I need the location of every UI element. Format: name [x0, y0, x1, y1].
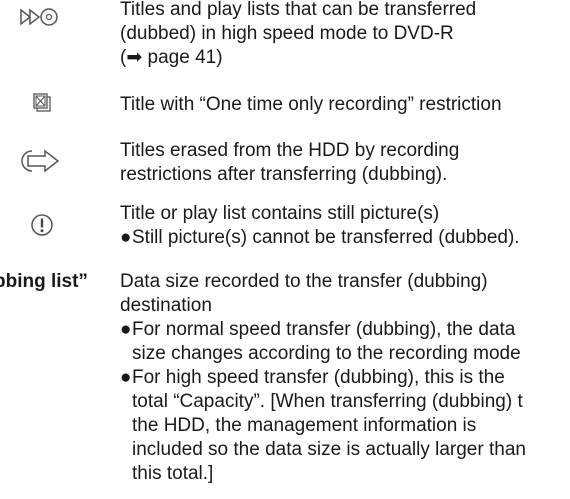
one-time-recording-icon	[32, 92, 54, 114]
dubbing-bullet-2-line-2: total “Capacity”. [When transferring (du…	[132, 391, 523, 412]
dubbing-bullet-1: ●For normal speed transfer (dubbing), th…	[120, 318, 515, 342]
dubbing-bullet-2-line-3: the HDD, the management information is	[132, 415, 477, 436]
entry-3-line-1: Titles erased from the HDD by recording	[120, 140, 460, 161]
dubbing-bullet-1-line-2: size changes according to the recording …	[132, 343, 521, 364]
entry-3-line-2: restrictions after transferring (dubbing…	[120, 164, 448, 185]
dubbing-bullet-2-line-4: included so the data size is actually la…	[132, 439, 526, 460]
bullet-mark: ●	[120, 367, 132, 388]
dubbing-bullet-2-line-1: For high speed transfer (dubbing), this …	[132, 367, 505, 388]
high-speed-dubbing-icon	[20, 6, 60, 28]
entry-1-page-ref: (➡ page 41)	[120, 47, 223, 68]
still-picture-icon	[30, 213, 54, 237]
dubbing-line-2: destination	[120, 295, 212, 316]
entry-4-bullet: ●Still picture(s) cannot be transferred …	[120, 226, 520, 250]
bullet-mark: ●	[120, 227, 132, 248]
entry-4-bullet-text: Still picture(s) cannot be transferred (…	[132, 227, 520, 248]
dubbing-line-1: Data size recorded to the transfer (dubb…	[120, 271, 488, 292]
bullet-mark: ●	[120, 319, 132, 340]
entry-1-line-1: Titles and play lists that can be transf…	[120, 0, 477, 20]
dubbing-bullet-2-line-5: this total.]	[132, 463, 214, 484]
entry-4-line-1: Title or play list contains still pictur…	[120, 203, 440, 224]
dubbing-list-label: bbing list”	[0, 271, 88, 292]
erased-after-dubbing-icon	[20, 148, 62, 174]
entry-2-line-1: Title with “One time only recording” res…	[120, 94, 502, 115]
dubbing-bullet-2: ●For high speed transfer (dubbing), this…	[120, 366, 505, 390]
entry-1-line-2: (dubbed) in high speed mode to DVD-R	[120, 23, 454, 44]
dubbing-bullet-1-line-1: For normal speed transfer (dubbing), the…	[132, 319, 516, 340]
